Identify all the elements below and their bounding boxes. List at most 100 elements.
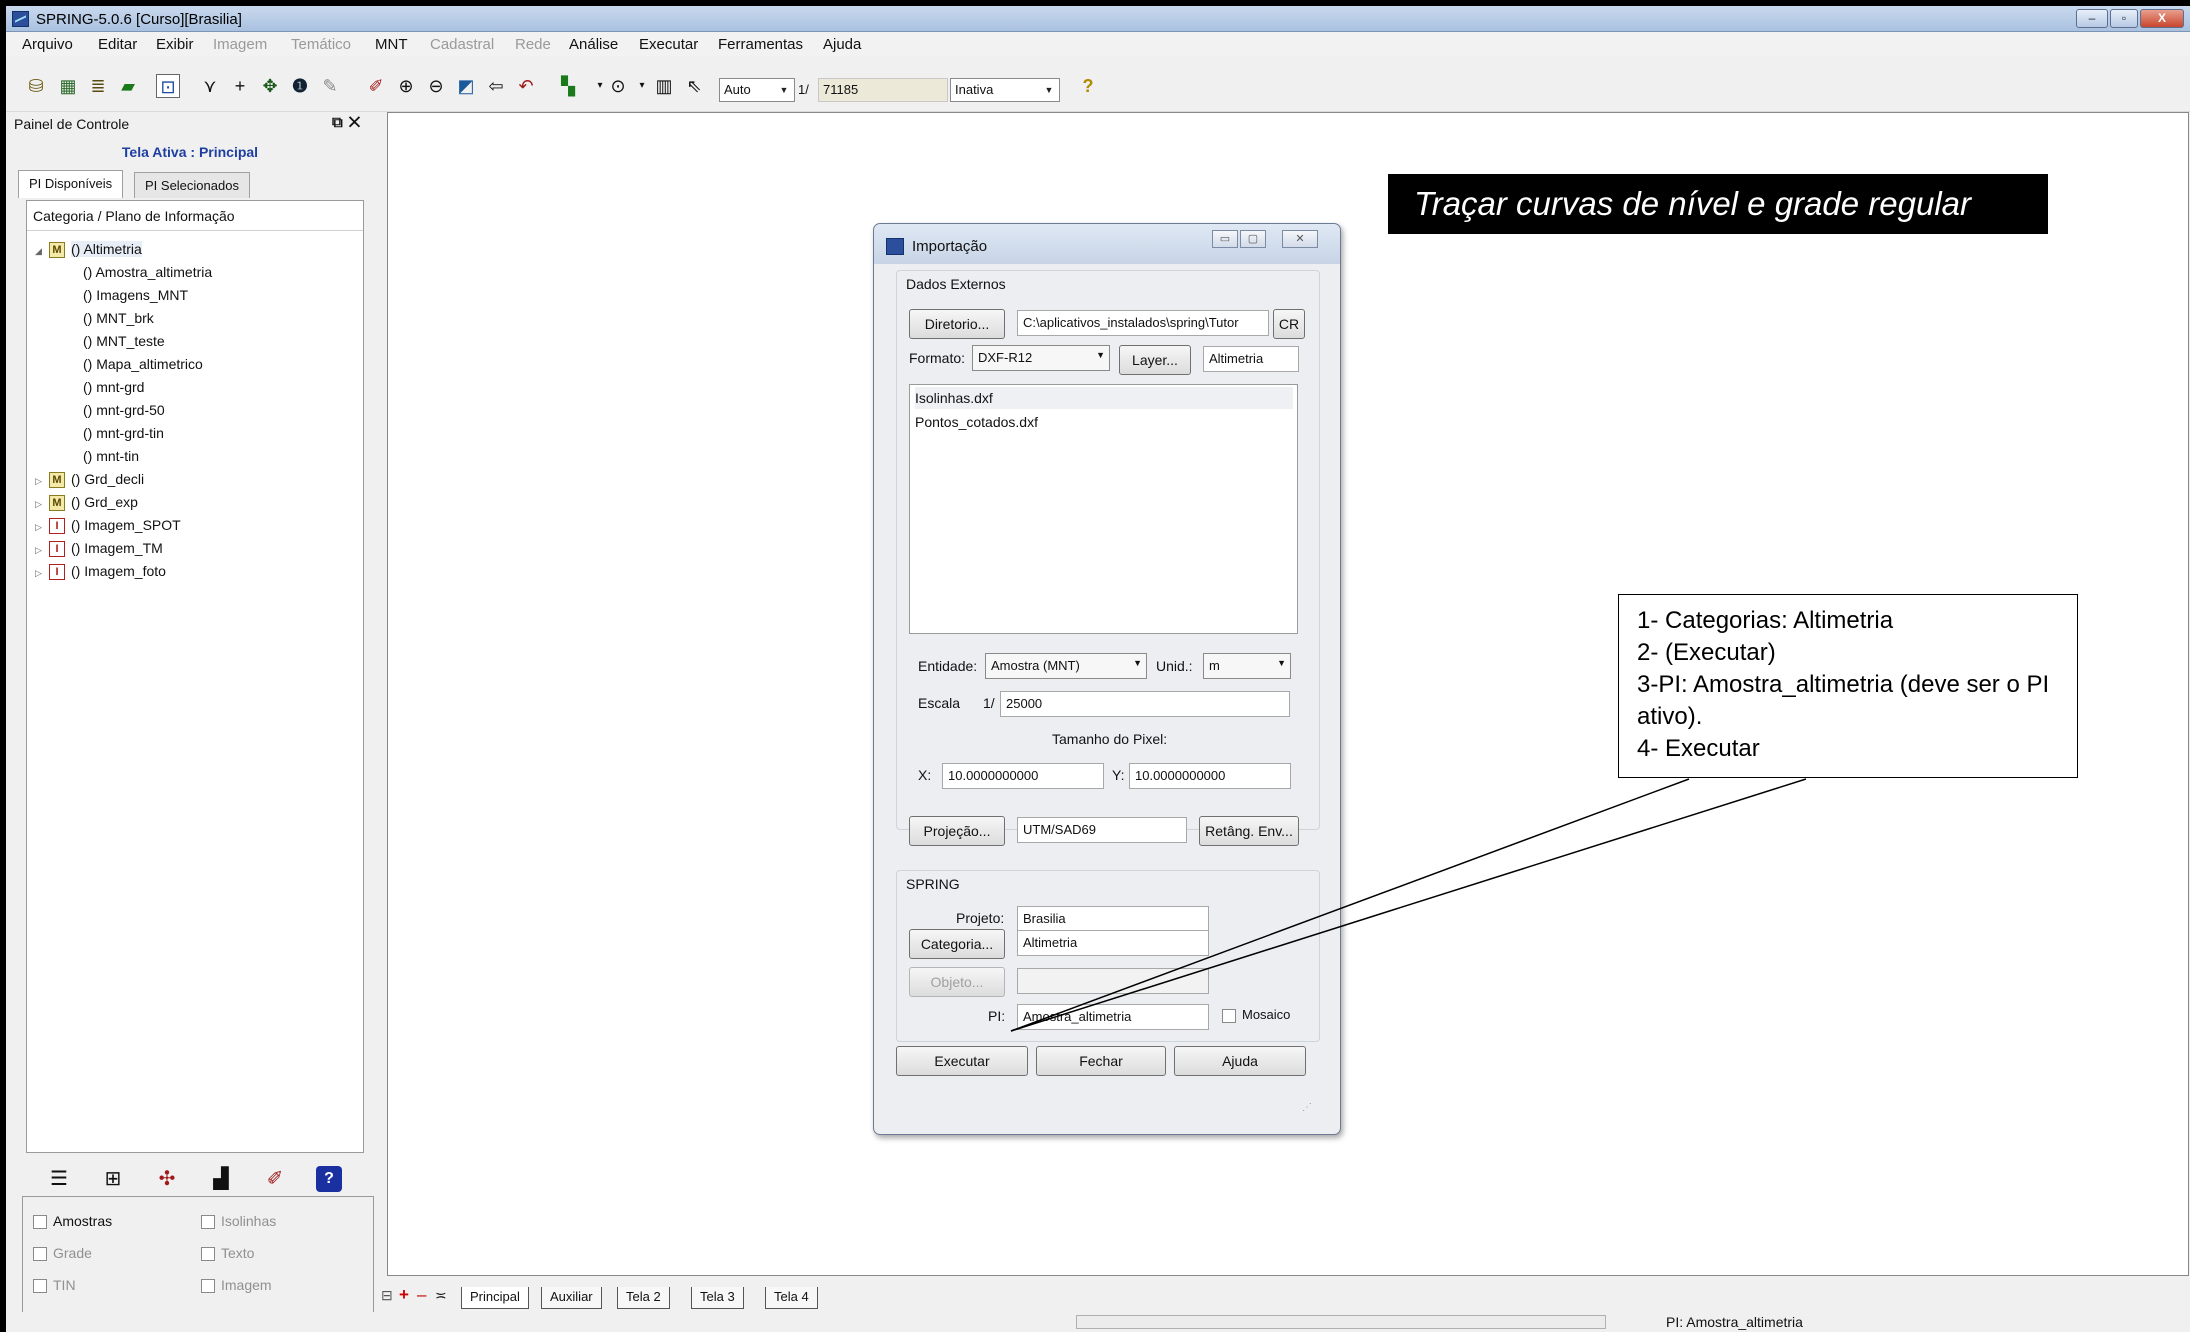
menu-arquivo[interactable]: Arquivo	[22, 36, 73, 53]
cursor-info-icon[interactable]: +	[228, 74, 252, 98]
execute-button[interactable]: Executar	[896, 1046, 1028, 1076]
menu-editar[interactable]: Editar	[98, 36, 137, 53]
menu-ajuda[interactable]: Ajuda	[823, 36, 861, 53]
chart-icon[interactable]: ▟	[208, 1166, 234, 1192]
collapse-arrow-icon[interactable]: ▷	[35, 562, 49, 584]
edit-vector-icon[interactable]: ▰	[116, 74, 140, 98]
tab-pi-selecionados[interactable]: PI Selecionados	[134, 172, 250, 198]
dialog-close-button[interactable]: ✕	[1282, 230, 1318, 248]
menu-analise[interactable]: Análise	[569, 36, 618, 53]
dialog-minimize-button[interactable]: ▭	[1212, 230, 1238, 248]
layer-button[interactable]: Layer...	[1119, 345, 1191, 375]
minimize-button[interactable]: –	[2076, 9, 2108, 28]
pencil-icon[interactable]: ✐	[364, 74, 388, 98]
zoom-in-icon[interactable]: ⊕	[394, 74, 418, 98]
tree-item-mnt-grd[interactable]: () mnt-grd	[83, 376, 144, 398]
tab-tela-3[interactable]: Tela 3	[691, 1287, 744, 1309]
resize-grip-icon[interactable]: ⋰	[1302, 1102, 1312, 1113]
tree-item-amostra-altimetria[interactable]: () Amostra_altimetria	[83, 261, 212, 283]
pan-icon[interactable]: ✥	[258, 74, 282, 98]
tab-auxiliar[interactable]: Auxiliar	[541, 1287, 602, 1309]
tree-item-mnt-brk[interactable]: () MNT_brk	[83, 307, 154, 329]
panel-float-close-icons[interactable]: ⧉✕	[332, 114, 366, 131]
draw-icon[interactable]: ⊡	[156, 74, 180, 98]
tree-item-imagem-tm[interactable]: ▷ I () Imagem_TM	[35, 537, 163, 559]
close-window-button[interactable]: X	[2140, 9, 2184, 28]
tree-item-grd-decli[interactable]: ▷ M () Grd_decli	[35, 468, 144, 490]
state-select[interactable]: Inativa ▼	[950, 78, 1060, 102]
file-list-item[interactable]: Pontos_cotados.dxf	[915, 411, 1293, 433]
category-field[interactable]: Altimetria	[1017, 930, 1209, 956]
collapse-arrow-icon[interactable]: ▷	[35, 516, 49, 538]
menu-executar[interactable]: Executar	[639, 36, 698, 53]
chart-icon[interactable]: ▚	[556, 74, 580, 98]
file-list-item[interactable]: Isolinhas.dxf	[915, 387, 1293, 409]
tree-item-imagens-mnt[interactable]: () Imagens_MNT	[83, 284, 188, 306]
import-icon[interactable]: ⋎	[198, 74, 222, 98]
grid-icon[interactable]: ▥	[652, 74, 676, 98]
projection-button[interactable]: Projeção...	[909, 816, 1005, 846]
directory-button[interactable]: Diretorio...	[909, 309, 1005, 339]
zoom-mode-select[interactable]: Auto ▼	[719, 78, 795, 102]
help-button[interactable]: Ajuda	[1174, 1046, 1306, 1076]
tree-item-mnt-teste[interactable]: () MNT_teste	[83, 330, 165, 352]
tree-item-imagem-spot[interactable]: ▷ I () Imagem_SPOT	[35, 514, 181, 536]
tree-item-imagem-foto[interactable]: ▷ I () Imagem_foto	[35, 560, 166, 582]
layers-icon[interactable]: ≣	[86, 74, 110, 98]
tree-item-grd-exp[interactable]: ▷ M () Grd_exp	[35, 491, 138, 513]
projection-field[interactable]: UTM/SAD69	[1017, 817, 1187, 843]
tree-item-altimetria[interactable]: ◢ M () Altimetria	[35, 238, 142, 260]
help-icon[interactable]: ?	[316, 1166, 342, 1192]
format-select[interactable]: DXF-R12 ▼	[972, 345, 1110, 371]
scale-input[interactable]: 71185	[818, 78, 948, 102]
file-list[interactable]: Isolinhas.dxf Pontos_cotados.dxf	[909, 384, 1298, 634]
expand-arrow-icon[interactable]: ◢	[35, 240, 49, 262]
table-icon[interactable]: ⊞	[100, 1166, 126, 1192]
tab-tela-2[interactable]: Tela 2	[617, 1287, 670, 1309]
add-tab-icon[interactable]: +	[399, 1285, 409, 1305]
close-button[interactable]: Fechar	[1036, 1046, 1166, 1076]
magnifier-icon[interactable]: ⊙	[606, 74, 630, 98]
tab-tela-4[interactable]: Tela 4	[765, 1287, 818, 1309]
undo-icon[interactable]: ↶	[514, 74, 538, 98]
pi-name-field[interactable]: Amostra_altimetria	[1017, 1004, 1209, 1030]
zoom-out-icon[interactable]: ⊖	[424, 74, 448, 98]
restore-icon[interactable]: ⊟	[381, 1287, 393, 1304]
collapse-arrow-icon[interactable]: ▷	[35, 539, 49, 561]
rubber-icon[interactable]: ✎	[318, 74, 342, 98]
zoom-area-icon[interactable]: ◩	[454, 74, 478, 98]
cr-button[interactable]: CR	[1273, 309, 1305, 339]
menu-mnt[interactable]: MNT	[375, 36, 408, 53]
project-field[interactable]: Brasilia	[1017, 906, 1209, 932]
pixel-y-field[interactable]: 10.0000000000	[1129, 763, 1291, 789]
database-icon[interactable]: ⛁	[24, 74, 48, 98]
directory-path-field[interactable]: C:\aplicativos_instalados\spring\Tutor	[1017, 310, 1269, 336]
layer-field[interactable]: Altimetria	[1203, 346, 1299, 372]
dialog-maximize-button[interactable]: ▢	[1240, 230, 1266, 248]
remove-tab-icon[interactable]: –	[417, 1285, 426, 1305]
entity-select[interactable]: Amostra (MNT) ▼	[985, 653, 1147, 679]
collapse-arrow-icon[interactable]: ▷	[35, 470, 49, 492]
pointer-icon[interactable]: ⇖	[682, 74, 706, 98]
pixel-x-field[interactable]: 10.0000000000	[942, 763, 1104, 789]
unit-select[interactable]: m ▼	[1203, 653, 1291, 679]
back-icon[interactable]: ⇦	[484, 74, 508, 98]
collapse-arrow-icon[interactable]: ▷	[35, 493, 49, 515]
project-icon[interactable]: ▦	[56, 74, 80, 98]
tab-pi-disponiveis[interactable]: PI Disponíveis	[18, 170, 124, 198]
pencil-icon[interactable]: ✐	[262, 1166, 288, 1192]
check-amostras[interactable]: Amostras	[33, 1213, 112, 1230]
tree-item-mapa-altimetrico[interactable]: () Mapa_altimetrico	[83, 353, 203, 375]
menu-ferramentas[interactable]: Ferramentas	[718, 36, 803, 53]
info-icon[interactable]: ❶	[288, 74, 312, 98]
visual-icon[interactable]: ✣	[154, 1166, 180, 1192]
tile-icon[interactable]: ≍	[435, 1287, 447, 1304]
category-button[interactable]: Categoria...	[909, 929, 1005, 959]
tree-item-mnt-grd-tin[interactable]: () mnt-grd-tin	[83, 422, 164, 444]
chevron-down-icon[interactable]: ▾	[630, 74, 654, 98]
help-question-icon[interactable]: ?	[1076, 74, 1100, 98]
list-icon[interactable]: ☰	[46, 1166, 72, 1192]
mosaic-checkbox[interactable]: Mosaico	[1222, 1007, 1290, 1023]
menu-exibir[interactable]: Exibir	[156, 36, 194, 53]
maximize-button[interactable]: ▫	[2110, 9, 2138, 28]
